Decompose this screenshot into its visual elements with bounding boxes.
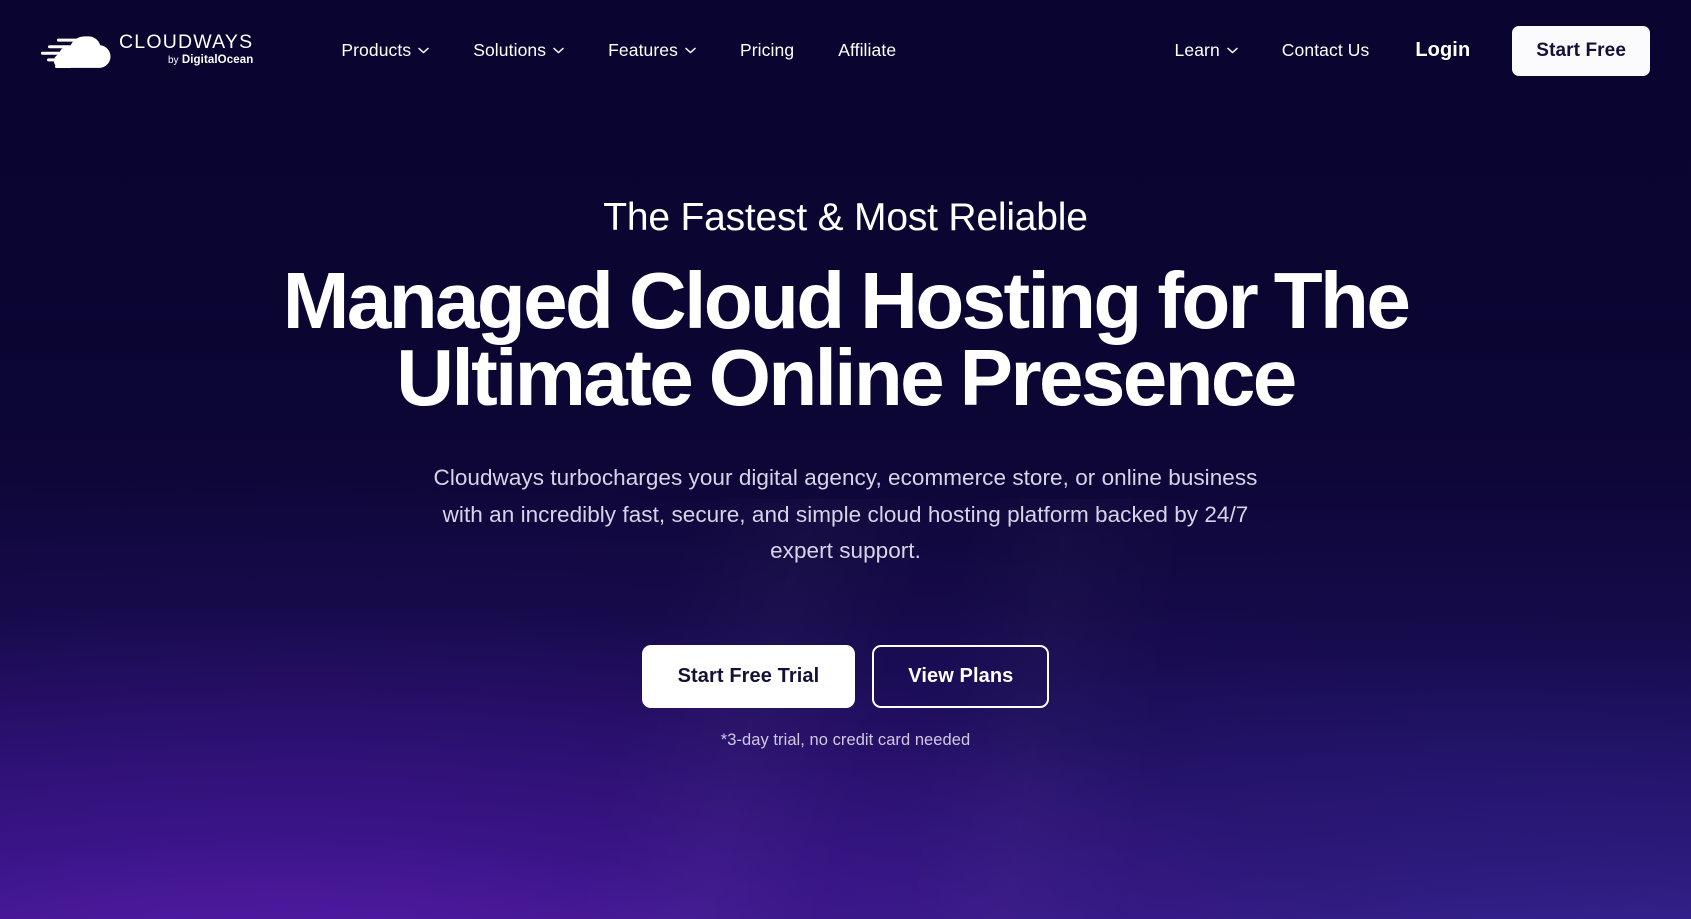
chevron-down-icon [418, 47, 429, 54]
hero-eyebrow: The Fastest & Most Reliable [603, 196, 1088, 239]
hero-subcopy: Cloudways turbocharges your digital agen… [433, 465, 1258, 563]
cloud-speed-icon [41, 29, 119, 73]
chevron-down-icon [685, 47, 696, 54]
nav-item-solutions[interactable]: Solutions [451, 30, 586, 71]
logo-parent-name: DigitalOcean [181, 53, 254, 66]
logo-parent-brand: by DigitalOcean [167, 53, 254, 67]
start-free-trial-button[interactable]: Start Free Trial [641, 645, 856, 709]
hero-cta-group: Start Free Trial View Plans [0, 645, 1691, 709]
cloudways-logo[interactable]: CLOUDWAYS by DigitalOcean [41, 29, 253, 73]
nav-label: Solutions [473, 40, 547, 60]
logo-by-prefix: by [167, 54, 179, 66]
nav-label: Affiliate [838, 40, 897, 60]
secondary-nav-links: Learn Contact Us Login Start Free [1153, 25, 1650, 76]
nav-label: Products [341, 40, 412, 60]
nav-item-products[interactable]: Products [319, 30, 451, 71]
nav-item-pricing[interactable]: Pricing [718, 30, 816, 71]
main-navigation: CLOUDWAYS by DigitalOcean Products Solut… [0, 0, 1691, 101]
logo-wordmark: CLOUDWAYS by DigitalOcean [119, 31, 254, 68]
hero-section: The Fastest & Most Reliable Managed Clou… [0, 101, 1691, 750]
nav-item-affiliate[interactable]: Affiliate [816, 30, 918, 71]
trial-disclaimer: *3-day trial, no credit card needed [720, 731, 971, 750]
start-free-button[interactable]: Start Free [1512, 25, 1650, 76]
chevron-down-icon [1227, 47, 1238, 54]
hero-headline-line-1: Managed Cloud Hosting for The [282, 255, 1411, 345]
nav-label: Contact Us [1281, 40, 1370, 60]
hero-headline-line-2: Ultimate Online Presence [396, 333, 1297, 423]
nav-label: Features [608, 40, 678, 60]
chevron-down-icon [553, 47, 564, 54]
view-plans-button[interactable]: View Plans [872, 645, 1050, 709]
logo-brand-name: CLOUDWAYS [119, 31, 254, 53]
nav-label: Pricing [739, 40, 795, 60]
nav-item-contact-us[interactable]: Contact Us [1260, 30, 1392, 71]
nav-item-learn[interactable]: Learn [1153, 30, 1260, 71]
primary-nav-links: Products Solutions Features Pricing Affi… [319, 30, 918, 71]
login-link[interactable]: Login [1391, 29, 1494, 72]
nav-item-features[interactable]: Features [586, 30, 718, 71]
hero-page: CLOUDWAYS by DigitalOcean Products Solut… [0, 0, 1691, 919]
nav-label: Learn [1174, 40, 1220, 60]
hero-headline: Managed Cloud Hosting for The Ultimate O… [0, 255, 1691, 423]
